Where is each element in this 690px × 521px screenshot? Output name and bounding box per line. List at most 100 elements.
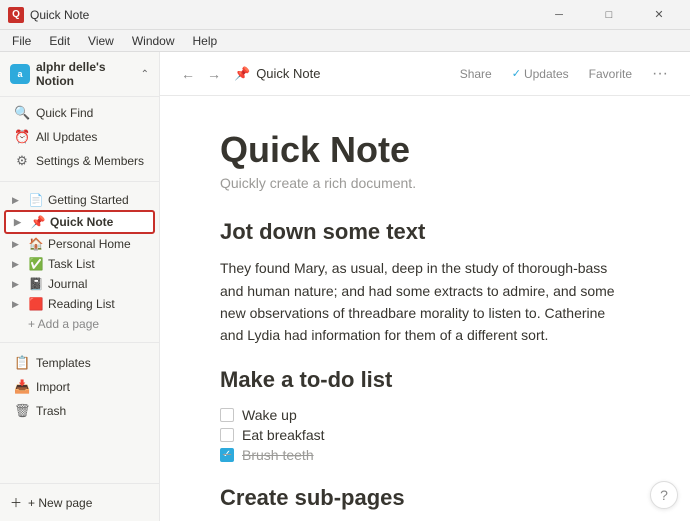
sidebar-label-reading-list: Reading List [48, 297, 147, 311]
section-heading-2: Make a to-do list [220, 367, 630, 393]
section-body-1: They found Mary, as usual, deep in the s… [220, 257, 630, 347]
todo-item-2: ✓ Brush teeth [220, 445, 630, 465]
sidebar-nav: 🔍 Quick Find ⏰ All Updates ⚙ Settings & … [0, 97, 159, 177]
workspace-name: alphr delle's Notion [36, 60, 135, 88]
new-page-label: + New page [28, 496, 92, 510]
content-header: ← → 📌 Quick Note Share ✓ Updates Favorit… [160, 52, 690, 96]
sidebar-item-templates[interactable]: 📋 Templates [4, 351, 155, 375]
page-title-bar: 📌 Quick Note [234, 66, 446, 82]
sidebar-divider-2 [0, 342, 159, 343]
sidebar: a alphr delle's Notion ⌃ 🔍 Quick Find ⏰ … [0, 52, 160, 521]
more-button[interactable]: ··· [646, 62, 674, 86]
share-button[interactable]: Share [454, 64, 498, 84]
nav-arrows: ← → [176, 62, 226, 86]
sidebar-label-quick-find: Quick Find [36, 106, 93, 120]
window-controls: ─ □ ✕ [536, 0, 682, 30]
sidebar-label-personal-home: Personal Home [48, 237, 147, 251]
reading-icon: 🟥 [28, 297, 44, 311]
trash-icon: 🗑 [14, 403, 30, 419]
templates-icon: 📋 [14, 355, 30, 371]
todo-item-1: Eat breakfast [220, 425, 630, 445]
toggle-icon-2: ▶ [14, 217, 26, 228]
sidebar-item-import[interactable]: 📥 Import [4, 375, 155, 399]
sidebar-item-journal[interactable]: ▶ 📓 Journal [4, 274, 155, 294]
header-pin-icon: 📌 [234, 66, 250, 82]
forward-button[interactable]: → [202, 62, 226, 86]
new-page-icon: ＋ [10, 494, 22, 511]
sidebar-label-templates: Templates [36, 356, 91, 370]
toggle-icon-4: ▶ [12, 259, 24, 270]
menu-window[interactable]: Window [124, 32, 183, 50]
sidebar-tree: ▶ 📄 Getting Started ▶ 📌 Quick Note ▶ 🏠 P… [0, 186, 159, 338]
sidebar-label-quick-note: Quick Note [50, 215, 145, 229]
new-page-button[interactable]: ＋ + New page [0, 488, 159, 517]
maximize-button[interactable]: □ [586, 0, 632, 30]
sidebar-item-settings[interactable]: ⚙ Settings & Members [4, 149, 155, 173]
sidebar-label-trash: Trash [36, 404, 66, 418]
todo-label-1: Eat breakfast [242, 427, 325, 443]
sidebar-bottom-nav: 📋 Templates 📥 Import 🗑 Trash [0, 347, 159, 427]
header-actions: Share ✓ Updates Favorite ··· [454, 62, 674, 86]
sidebar-label-journal: Journal [48, 277, 147, 291]
import-icon: 📥 [14, 379, 30, 395]
toggle-icon: ▶ [12, 195, 24, 206]
sidebar-item-quick-note[interactable]: ▶ 📌 Quick Note [4, 210, 155, 234]
sidebar-label-getting-started: Getting Started [48, 193, 147, 207]
menu-help[interactable]: Help [185, 32, 226, 50]
todo-label-0: Wake up [242, 407, 297, 423]
chevron-down-icon: ⌃ [141, 69, 149, 80]
sidebar-footer: ＋ + New page [0, 483, 159, 521]
minimize-button[interactable]: ─ [536, 0, 582, 30]
updates-label: Updates [524, 67, 569, 81]
todo-item-0: Wake up [220, 405, 630, 425]
sidebar-item-trash[interactable]: 🗑 Trash [4, 399, 155, 423]
add-page-item[interactable]: + Add a page [4, 314, 155, 334]
content-area: ← → 📌 Quick Note Share ✓ Updates Favorit… [160, 52, 690, 521]
checkbox-2[interactable]: ✓ [220, 448, 234, 462]
journal-icon: 📓 [28, 277, 44, 291]
checkbox-1[interactable] [220, 428, 234, 442]
menu-view[interactable]: View [80, 32, 122, 50]
sidebar-item-task-list[interactable]: ▶ ✅ Task List [4, 254, 155, 274]
content-body: Quick Note Quickly create a rich documen… [160, 96, 690, 521]
menu-bar: File Edit View Window Help [0, 30, 690, 52]
home-icon: 🏠 [28, 237, 44, 251]
toggle-icon-6: ▶ [12, 299, 24, 310]
add-page-label: + Add a page [28, 317, 99, 331]
menu-file[interactable]: File [4, 32, 39, 50]
app-body: a alphr delle's Notion ⌃ 🔍 Quick Find ⏰ … [0, 52, 690, 521]
sidebar-item-personal-home[interactable]: ▶ 🏠 Personal Home [4, 234, 155, 254]
toggle-icon-5: ▶ [12, 279, 24, 290]
sidebar-item-quick-find[interactable]: 🔍 Quick Find [4, 101, 155, 125]
page-icon: 📄 [28, 193, 44, 207]
back-button[interactable]: ← [176, 62, 200, 86]
sidebar-item-getting-started[interactable]: ▶ 📄 Getting Started [4, 190, 155, 210]
settings-icon: ⚙ [14, 153, 30, 169]
checkbox-0[interactable] [220, 408, 234, 422]
close-button[interactable]: ✕ [636, 0, 682, 30]
workspace-header[interactable]: a alphr delle's Notion ⌃ [0, 52, 159, 97]
sidebar-label-task-list: Task List [48, 257, 147, 271]
toggle-icon-3: ▶ [12, 239, 24, 250]
help-button[interactable]: ? [650, 481, 678, 509]
sidebar-item-all-updates[interactable]: ⏰ All Updates [4, 125, 155, 149]
sidebar-label-import: Import [36, 380, 70, 394]
title-bar: Q Quick Note ─ □ ✕ [0, 0, 690, 30]
pin-icon: 📌 [30, 215, 46, 229]
page-main-title: Quick Note [220, 128, 630, 171]
quick-find-icon: 🔍 [14, 105, 30, 121]
sidebar-label-settings: Settings & Members [36, 154, 144, 168]
section-heading-1: Jot down some text [220, 219, 630, 245]
page-subtitle: Quickly create a rich document. [220, 175, 630, 191]
menu-edit[interactable]: Edit [41, 32, 78, 50]
check-icon: ✓ [512, 67, 521, 80]
header-page-title: Quick Note [256, 66, 320, 81]
title-bar-left: Q Quick Note [8, 7, 89, 23]
sidebar-item-reading-list[interactable]: ▶ 🟥 Reading List [4, 294, 155, 314]
todo-list: Wake up Eat breakfast ✓ Brush teeth [220, 405, 630, 465]
sidebar-divider-1 [0, 181, 159, 182]
workspace-avatar: a [10, 64, 30, 84]
task-icon: ✅ [28, 257, 44, 271]
updates-button[interactable]: ✓ Updates [506, 64, 575, 84]
favorite-button[interactable]: Favorite [583, 64, 638, 84]
